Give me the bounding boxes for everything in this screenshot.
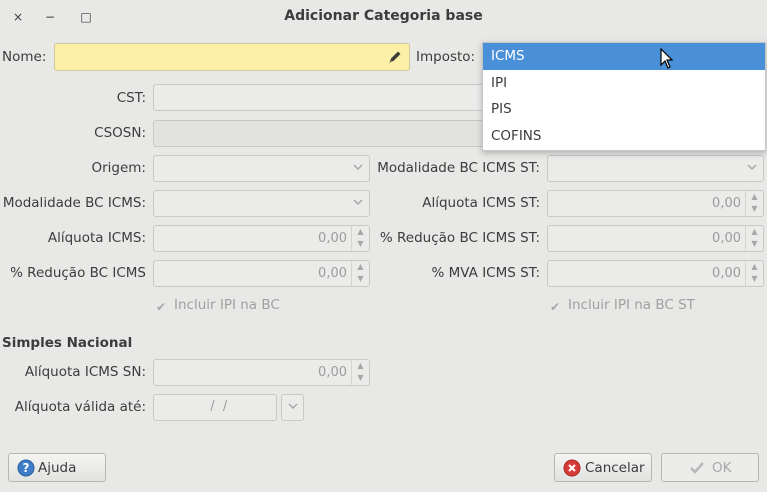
ok-label: OK [712, 460, 732, 476]
chevron-down-icon [353, 199, 363, 206]
spin-up-icon[interactable]: ▲ [746, 226, 763, 238]
imposto-option-icms[interactable]: ICMS [483, 43, 765, 70]
incluir-ipi-bc-checkbox[interactable]: ✔ Incluir IPI na BC [156, 297, 280, 314]
modalidade-bc-icms-select[interactable] [153, 190, 370, 217]
cancelar-label: Cancelar [585, 460, 645, 476]
aliquota-icms-label: Alíquota ICMS: [47, 230, 146, 246]
incluir-ipi-bc-st-checkbox[interactable]: ✔ Incluir IPI na BC ST [550, 297, 695, 314]
aliquota-icms-st-spinbox[interactable]: 0,00 ▲ ▼ [547, 190, 764, 217]
spin-up-icon[interactable]: ▲ [352, 226, 369, 238]
aliquota-valida-label: Alíquota válida até: [14, 399, 146, 415]
svg-text:?: ? [23, 461, 30, 475]
nome-input[interactable] [54, 43, 410, 71]
reducao-bc-icms-spinbox[interactable]: 0,00 ▲ ▼ [153, 260, 370, 287]
aliquota-icms-st-value: 0,00 [712, 196, 741, 211]
reducao-bc-icms-st-spinbox[interactable]: 0,00 ▲ ▼ [547, 225, 764, 252]
spin-up-icon[interactable]: ▲ [746, 261, 763, 273]
cancelar-button[interactable]: Cancelar [554, 453, 652, 482]
imposto-option-cofins[interactable]: COFINS [483, 123, 765, 150]
window-title: Adicionar Categoria base [284, 8, 483, 24]
ajuda-label: Ajuda [38, 460, 77, 476]
spin-down-icon[interactable]: ▼ [746, 273, 763, 285]
modalidade-bc-icms-st-label: Modalidade BC ICMS ST: [377, 160, 540, 176]
chevron-down-icon [288, 403, 298, 410]
aliquota-icms-sn-value: 0,00 [318, 365, 347, 380]
spin-down-icon[interactable]: ▼ [352, 273, 369, 285]
imposto-option-ipi[interactable]: IPI [483, 70, 765, 97]
chevron-down-icon [353, 164, 363, 171]
chevron-down-icon [747, 164, 757, 171]
spin-buttons[interactable]: ▲ ▼ [745, 191, 763, 216]
mouse-cursor-icon [660, 48, 674, 69]
spin-up-icon[interactable]: ▲ [746, 191, 763, 203]
simples-nacional-heading: Simples Nacional [2, 335, 133, 351]
incluir-ipi-bc-label: Incluir IPI na BC [174, 297, 280, 313]
aliquota-icms-sn-label: Alíquota ICMS SN: [24, 364, 146, 380]
spin-down-icon[interactable]: ▼ [746, 203, 763, 215]
reducao-bc-icms-st-label: % Redução BC ICMS ST: [379, 230, 540, 246]
help-icon: ? [17, 459, 35, 477]
aliquota-icms-spinbox[interactable]: 0,00 ▲ ▼ [153, 225, 370, 252]
incluir-ipi-bc-st-label: Incluir IPI na BC ST [568, 297, 695, 313]
cancel-icon [563, 459, 581, 477]
spin-buttons[interactable]: ▲ ▼ [745, 261, 763, 286]
origem-label: Origem: [91, 160, 146, 176]
aliquota-valida-value: / / [202, 399, 228, 414]
aliquota-valida-date-input[interactable]: / / [153, 394, 277, 421]
checkmark-icon: ✔ [156, 300, 167, 314]
spin-buttons[interactable]: ▲ ▼ [745, 226, 763, 251]
aliquota-icms-st-label: Alíquota ICMS ST: [422, 195, 540, 211]
origem-select[interactable] [153, 155, 370, 182]
reducao-bc-icms-value: 0,00 [318, 266, 347, 281]
imposto-label: Imposto: [416, 49, 476, 65]
checkmark-icon: ✔ [550, 300, 561, 314]
aliquota-icms-value: 0,00 [318, 231, 347, 246]
reducao-bc-icms-label: % Redução BC ICMS [10, 265, 146, 281]
imposto-option-pis[interactable]: PIS [483, 96, 765, 123]
mva-icms-st-spinbox[interactable]: 0,00 ▲ ▼ [547, 260, 764, 287]
mva-icms-st-value: 0,00 [712, 266, 741, 281]
cst-input[interactable] [153, 84, 493, 111]
spin-down-icon[interactable]: ▼ [746, 238, 763, 250]
mva-icms-st-label: % MVA ICMS ST: [431, 265, 540, 281]
nome-label: Nome: [2, 49, 47, 65]
title-bar: × − □ Adicionar Categoria base [0, 0, 767, 34]
spin-buttons[interactable]: ▲ ▼ [351, 226, 369, 251]
ajuda-button[interactable]: ? Ajuda [8, 453, 106, 482]
spin-up-icon[interactable]: ▲ [352, 360, 369, 372]
spin-buttons[interactable]: ▲ ▼ [351, 261, 369, 286]
spin-down-icon[interactable]: ▼ [352, 372, 369, 384]
spin-buttons[interactable]: ▲ ▼ [351, 360, 369, 385]
spin-down-icon[interactable]: ▼ [352, 238, 369, 250]
reducao-bc-icms-st-value: 0,00 [712, 231, 741, 246]
date-picker-button[interactable] [281, 394, 304, 421]
aliquota-icms-sn-spinbox[interactable]: 0,00 ▲ ▼ [153, 359, 370, 386]
csosn-select[interactable] [153, 120, 493, 147]
csosn-label: CSOSN: [94, 125, 146, 141]
spin-up-icon[interactable]: ▲ [352, 261, 369, 273]
modalidade-bc-icms-st-select[interactable] [547, 155, 764, 182]
pencil-icon[interactable] [387, 49, 403, 65]
modalidade-bc-icms-label: Modalidade BC ICMS: [2, 195, 146, 211]
ok-button[interactable]: OK [661, 453, 759, 482]
imposto-dropdown-list[interactable]: ICMS IPI PIS COFINS [482, 42, 766, 151]
cst-label: CST: [116, 90, 146, 106]
check-icon [690, 462, 704, 474]
